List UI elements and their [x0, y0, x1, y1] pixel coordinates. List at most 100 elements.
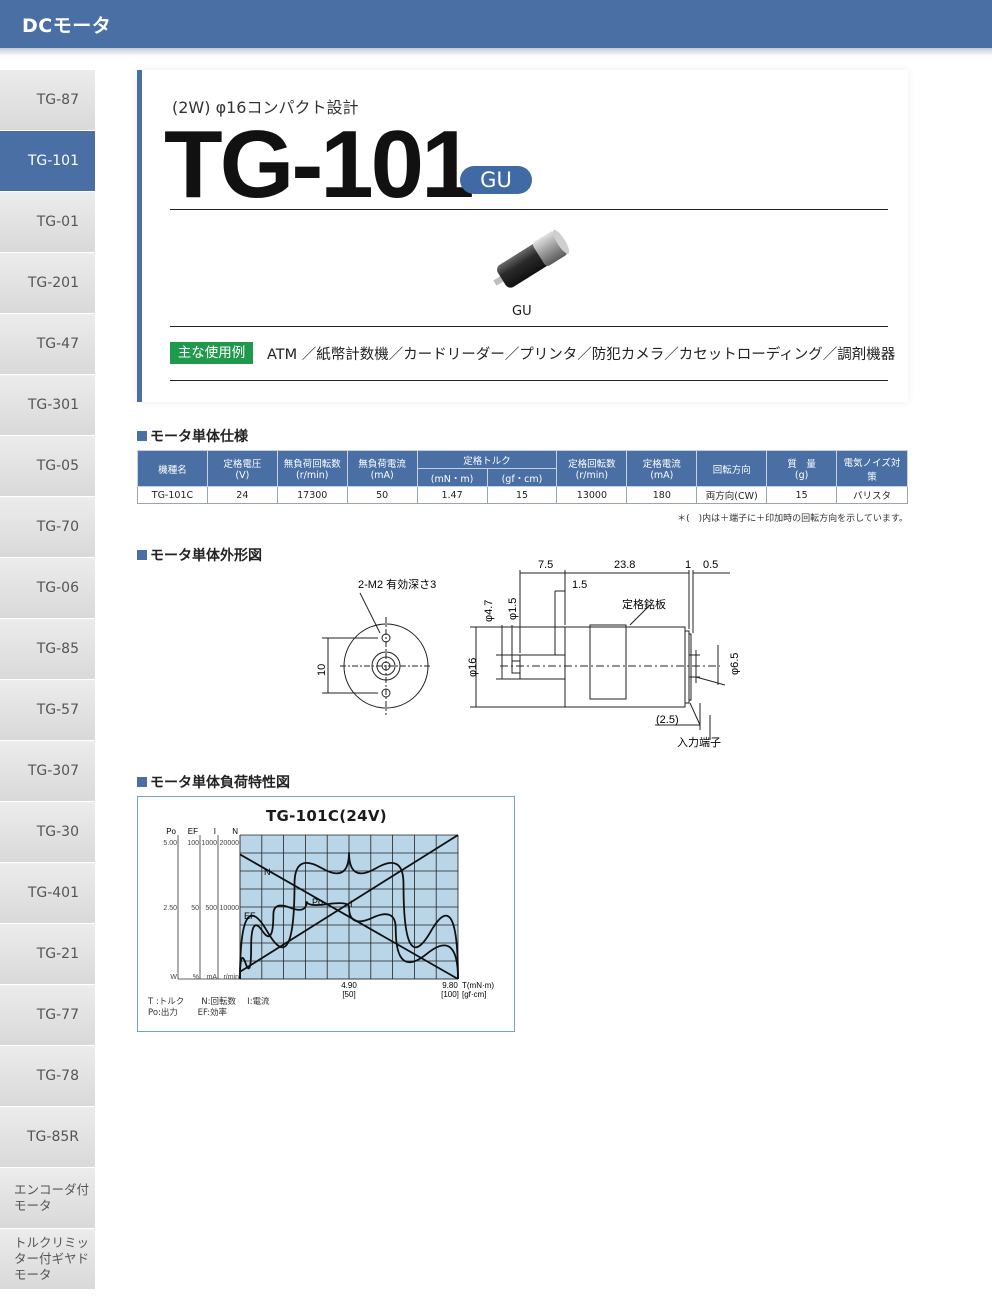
- y-axis-head: EF: [188, 827, 198, 836]
- sidebar-item-3[interactable]: TG-201: [0, 253, 95, 314]
- dim-2-5-label: (2.5): [656, 714, 679, 726]
- load-chart-svg: Po 5.00 2.50 W EF 100 50% I 1000 500 mA N 20000 10000…: [163, 827, 494, 999]
- col-rated-current: 定格電流 (mA): [626, 450, 698, 487]
- page-category-title: DCモータ: [22, 15, 112, 37]
- col-voltage: 定格電圧 (V): [206, 450, 278, 487]
- x-axis-unit: T(mN·m): [462, 981, 494, 990]
- dim-1-label: 1: [685, 559, 691, 571]
- col-no-load-current: 無負荷電流 (mA): [346, 450, 418, 487]
- dim-1-5-label: 1.5: [572, 579, 587, 591]
- sidebar-item-11[interactable]: TG-307: [0, 741, 95, 802]
- table-note: ＊( )内は＋端子に＋印加時の回転方向を示しています。: [677, 514, 908, 524]
- dim-d65-label: φ6.5: [729, 653, 740, 675]
- product-model-title: TG-101: [164, 111, 474, 218]
- dim-10-label: 10: [316, 664, 328, 676]
- curve-label-n: N: [264, 867, 271, 877]
- sidebar-item-8[interactable]: TG-06: [0, 558, 95, 619]
- y-axis-mid-tick: 50: [191, 905, 199, 912]
- sidebar-item-2[interactable]: TG-01: [0, 192, 95, 253]
- section-square-icon: [137, 431, 147, 441]
- sidebar-item-16[interactable]: TG-78: [0, 1046, 95, 1107]
- y-axis-top-tick: 5.00: [163, 840, 177, 847]
- sidebar-nav: TG-87 TG-101 TG-01 TG-201 TG-47 TG-301 TG-05 TG…: [0, 70, 95, 1290]
- y-axis-mid-tick: 500: [205, 905, 217, 912]
- dim-0-5-label: 0.5: [703, 559, 718, 571]
- dim-nameplate-label: 定格銘板: [622, 597, 666, 611]
- gearhead-badge: GU: [460, 166, 532, 194]
- dim-terminal-label: 入力端子: [677, 736, 721, 749]
- curve-label-i: I: [350, 899, 353, 909]
- sidebar-item-10[interactable]: TG-57: [0, 680, 95, 741]
- usage-tag: 主な使用例: [170, 342, 253, 364]
- sidebar-item-7[interactable]: TG-70: [0, 497, 95, 558]
- sidebar-item-13[interactable]: TG-401: [0, 863, 95, 924]
- col-no-load-speed: 無負荷回転数 (r/min): [276, 450, 348, 487]
- sidebar-item-14[interactable]: TG-21: [0, 924, 95, 985]
- dim-hole-label: 2-M2 有効深さ3: [358, 577, 436, 591]
- usage-bottom-rule: [170, 380, 888, 381]
- curve-label-po: Po: [312, 897, 323, 907]
- product-panel: (2W) φ16コンパクト設計 TG-101 GU GU 主な使用例 ATM ／…: [137, 70, 908, 402]
- motor-product-image: [493, 229, 570, 288]
- sidebar-item-15[interactable]: TG-77: [0, 985, 95, 1046]
- y-axis-unit: %: [193, 974, 199, 981]
- x-tick-mid-gf: [50]: [342, 990, 355, 999]
- dimension-drawing: 2-M2 有効深さ3 10 φ4.7 φ1.5 φ16 7.5 23.8 1 0…: [316, 559, 740, 749]
- sidebar-item-9[interactable]: TG-85: [0, 619, 95, 680]
- top-header-bar: DCモータ: [0, 0, 992, 48]
- sidebar-item-4[interactable]: TG-47: [0, 314, 95, 375]
- x-tick-mid: 4.90: [341, 981, 357, 990]
- dim-d15-label: φ1.5: [507, 598, 519, 620]
- dim-d16-label: φ16: [467, 658, 479, 677]
- spec-section-title: モータ単体仕様: [137, 426, 248, 446]
- table-row: TG-101C 24 17300 50 1.47 15 13000 180 両方…: [137, 486, 908, 504]
- y-axis-unit: W: [170, 974, 177, 981]
- y-axis-top-tick: 1000: [201, 840, 217, 847]
- chart-legend: T :トルク N:回転数 I:電流 Po:出力 EF:効率: [148, 997, 270, 1018]
- y-axis-mid-tick: 10000: [220, 905, 240, 912]
- usage-examples: ATM ／紙幣計数機／カードリーダー／プリンタ／防犯カメラ／カセットローディング…: [267, 347, 896, 363]
- y-axis-top-tick: 100: [187, 840, 199, 847]
- y-axis-mid-tick: 2.50: [163, 905, 177, 912]
- curve-label-ef: EF: [244, 911, 256, 921]
- section-square-icon: [137, 550, 147, 560]
- col-mass: 質 量 (g): [766, 450, 838, 487]
- col-noise: 電気ノイズ対策: [836, 450, 908, 487]
- col-direction: 回転方向: [696, 450, 768, 487]
- sidebar-item-18[interactable]: エンコーダ付 モータ: [0, 1168, 95, 1229]
- y-axis-head: I: [214, 827, 216, 836]
- col-torque-gf: (gf・cm): [486, 468, 558, 487]
- col-rated-torque: 定格トルク: [416, 450, 558, 469]
- section-square-icon: [137, 777, 147, 787]
- x-tick-end-gf: [100]: [441, 990, 459, 999]
- y-axis-head: Po: [166, 827, 176, 836]
- spec-table: 機種名 定格電圧 (V) 無負荷回転数 (r/min) 無負荷電流 (mA) 定格トル…: [137, 450, 908, 504]
- y-axis-top-tick: 20000: [220, 840, 240, 847]
- sidebar-item-6[interactable]: TG-05: [0, 436, 95, 497]
- col-rated-speed: 定格回転数 (r/min): [556, 450, 628, 487]
- y-axis-unit: mA: [207, 974, 218, 981]
- load-section-title: モータ単体負荷特性図: [137, 772, 290, 792]
- sidebar-item-1[interactable]: TG-101: [0, 131, 95, 192]
- load-chart-box: TG-101C(24V) Po 5.00 2.50 W EF 100 50% I 1000 500…: [137, 796, 515, 1032]
- product-image-caption: GU: [512, 304, 532, 319]
- dimension-section-title: モータ単体外形図: [137, 545, 262, 565]
- load-chart-title: TG-101C(24V): [266, 807, 387, 825]
- col-model: 機種名: [137, 450, 208, 487]
- x-tick-end: 9.80: [442, 981, 458, 990]
- y-axis-unit: r/min: [223, 974, 239, 981]
- x-axis-unit-gf: [gf·cm]: [462, 990, 486, 999]
- dim-7-5-label: 7.5: [538, 559, 553, 571]
- sidebar-item-12[interactable]: TG-30: [0, 802, 95, 863]
- header-shadow: [0, 48, 992, 56]
- title-rule: [170, 209, 888, 210]
- y-axis-head: N: [232, 827, 238, 836]
- dim-23-8-label: 23.8: [614, 559, 635, 571]
- sidebar-item-19[interactable]: トルクリミッ ター付ギヤド モータ: [0, 1229, 95, 1290]
- col-torque-mn: (mN・m): [416, 468, 488, 487]
- sidebar-item-0[interactable]: TG-87: [0, 70, 95, 131]
- sidebar-item-17[interactable]: TG-85R: [0, 1107, 95, 1168]
- dim-d47-label: φ4.7: [483, 600, 495, 622]
- sidebar-item-5[interactable]: TG-301: [0, 375, 95, 436]
- usage-top-rule: [170, 326, 888, 327]
